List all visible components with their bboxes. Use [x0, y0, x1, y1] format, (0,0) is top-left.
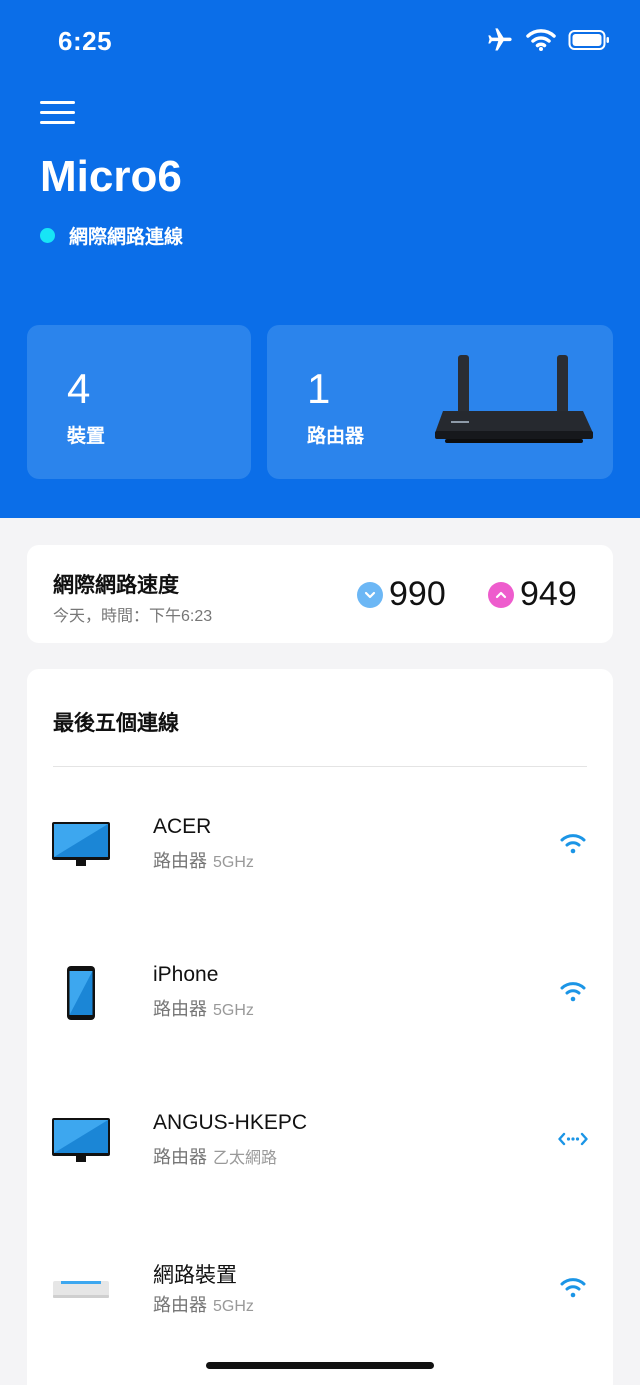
devices-label: 裝置: [67, 426, 106, 447]
recent-connections-card: 最後五個連線 ACER 路由器 5GHz iPhone 路由器 5GHz ANG…: [27, 669, 613, 1385]
devices-card[interactable]: 4 裝置: [27, 325, 251, 479]
home-indicator[interactable]: [206, 1362, 434, 1369]
status-icons: [486, 26, 610, 59]
internet-status-label: 網際網路連線: [69, 227, 184, 248]
router-image-icon: [433, 355, 595, 454]
divider: [53, 766, 587, 767]
device-connection-info: 路由器 乙太網路: [153, 1143, 277, 1169]
status-dot-icon: [40, 228, 55, 243]
wifi-icon: [557, 827, 589, 859]
upload-value: 949: [520, 575, 577, 613]
list-item[interactable]: ANGUS-HKEPC 路由器 乙太網路: [27, 1111, 613, 1231]
upload-arrow-icon: [488, 581, 514, 608]
ethernet-icon: [557, 1123, 589, 1155]
speed-title: 網際網路速度: [53, 574, 179, 597]
speed-timestamp: 今天，時間：下午6:23: [53, 608, 213, 625]
wifi-status-icon: [526, 28, 556, 57]
download-arrow-icon: [357, 581, 383, 608]
list-item[interactable]: ACER 路由器 5GHz: [27, 815, 613, 935]
wifi-icon: [557, 1271, 589, 1303]
device-parent: 路由器: [153, 1295, 207, 1315]
download-value: 990: [389, 575, 446, 613]
menu-icon[interactable]: [38, 98, 78, 128]
download-speed: 990: [357, 575, 446, 614]
device-band: 乙太網路: [213, 1150, 278, 1167]
list-item[interactable]: 網路裝置 路由器 5GHz: [27, 1259, 613, 1379]
device-parent: 路由器: [153, 999, 207, 1019]
device-parent: 路由器: [153, 1147, 207, 1167]
device-connection-info: 路由器 5GHz: [153, 995, 254, 1021]
device-connection-info: 路由器 5GHz: [153, 847, 254, 873]
phone-icon: [51, 963, 111, 1023]
status-time: 6:25: [58, 26, 113, 56]
device-parent: 路由器: [153, 851, 207, 871]
recent-connections-title: 最後五個連線: [53, 712, 179, 735]
list-item[interactable]: iPhone 路由器 5GHz: [27, 963, 613, 1083]
device-band: 5GHz: [213, 854, 254, 871]
routers-count: 1: [307, 365, 331, 412]
device-name: ANGUS-HKEPC: [153, 1111, 308, 1134]
device-name: ACER: [153, 815, 212, 838]
app-header: 6:25 Micro6 網際網路連線 4 裝置 1 路由器: [0, 0, 640, 518]
device-connection-info: 路由器 5GHz: [153, 1291, 254, 1317]
device-band: 5GHz: [213, 1298, 254, 1315]
battery-icon: [568, 28, 610, 57]
network-device-icon: [51, 1259, 111, 1319]
internet-speed-card[interactable]: 網際網路速度 今天，時間：下午6:23 990 949: [27, 545, 613, 643]
monitor-icon: [51, 1111, 111, 1171]
status-bar: 6:25: [0, 0, 640, 80]
devices-count: 4: [67, 365, 91, 412]
airplane-icon: [486, 26, 514, 59]
device-name: iPhone: [153, 963, 219, 986]
upload-speed: 949: [488, 575, 577, 614]
routers-card[interactable]: 1 路由器: [267, 325, 613, 479]
wifi-icon: [557, 975, 589, 1007]
monitor-icon: [51, 815, 111, 875]
routers-label: 路由器: [307, 426, 365, 447]
device-name: 網路裝置: [153, 1264, 237, 1287]
internet-status: 網際網路連線: [40, 222, 183, 249]
network-name: Micro6: [40, 152, 182, 201]
device-band: 5GHz: [213, 1002, 254, 1019]
